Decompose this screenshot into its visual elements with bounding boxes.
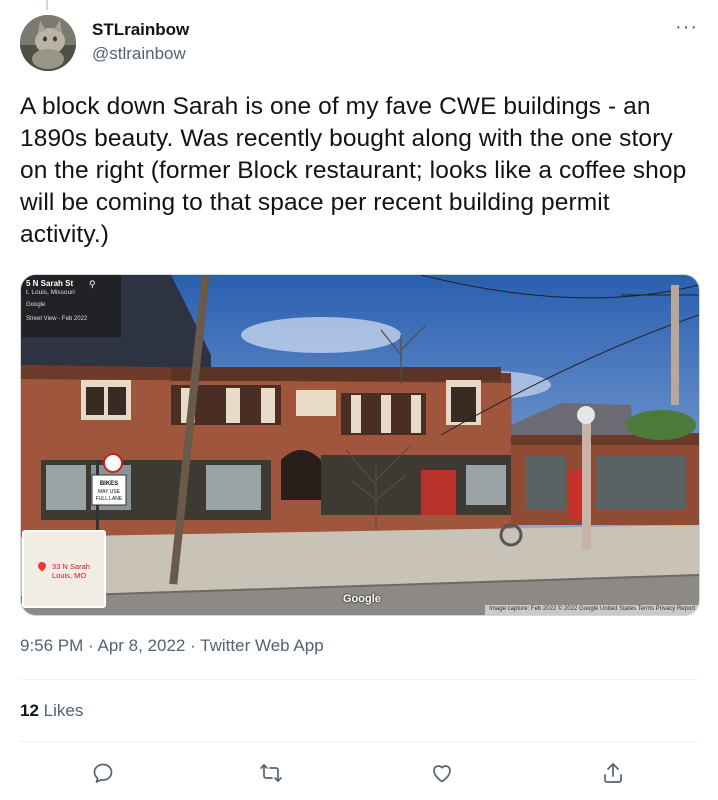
user-handle[interactable]: @stlrainbow [92, 44, 186, 64]
share-icon [604, 763, 622, 783]
streetview-photo: BIKES MAY USE FULL LANE [21, 275, 699, 615]
tweet-text: A block down Sarah is one of my fave CWE… [20, 93, 687, 248]
reply-button[interactable] [86, 756, 120, 790]
sign-text-line-2: MAY USE [98, 489, 121, 495]
streetview-date: Street View - Feb 2022 [26, 316, 88, 322]
likes-label: Likes [43, 701, 84, 720]
map-pin-icon [36, 560, 48, 572]
streetview-brand: Google [26, 302, 46, 308]
thread-connector-line [46, 0, 48, 10]
streetview-city: t. Louis, Missouri [26, 289, 75, 296]
share-button[interactable] [596, 756, 630, 790]
avatar-image [20, 15, 76, 71]
more-options-icon[interactable]: ··· [675, 16, 698, 39]
streetview-footer: Image capture: Feb 2022 © 2022 Google Un… [485, 605, 699, 615]
display-name[interactable]: STLrainbow [92, 20, 189, 40]
minimap-label-1: 33 N Sarah [52, 562, 90, 571]
tweet-action-bar [20, 756, 698, 790]
streetview-info-panel: 5 N Sarah St t. Louis, Missouri Google S… [21, 275, 121, 337]
tweet-media-image[interactable]: BIKES MAY USE FULL LANE 5 N Sarah St t. … [20, 274, 700, 616]
divider [20, 679, 698, 680]
google-watermark: Google [343, 593, 381, 605]
retweet-icon [260, 764, 282, 782]
location-pin-icon: ⚲ [89, 279, 96, 289]
like-button[interactable] [425, 756, 459, 790]
avatar[interactable] [20, 15, 76, 71]
divider [20, 741, 698, 742]
streetview-address: 5 N Sarah St [26, 279, 74, 288]
retweet-button[interactable] [254, 756, 288, 790]
heart-icon [433, 765, 451, 783]
sign-text-line-3: FULL LANE [96, 496, 123, 502]
sign-text-line-1: BIKES [100, 481, 118, 487]
minimap-label-2: Louis, MO [52, 571, 87, 580]
streetview-minimap: 33 N Sarah Louis, MO [22, 530, 106, 608]
likes-count[interactable]: 12 Likes [20, 701, 83, 721]
reply-icon [93, 763, 113, 783]
likes-number: 12 [20, 701, 39, 720]
tweet-timestamp[interactable]: 9:56 PM · Apr 8, 2022 · Twitter Web App [20, 636, 324, 656]
